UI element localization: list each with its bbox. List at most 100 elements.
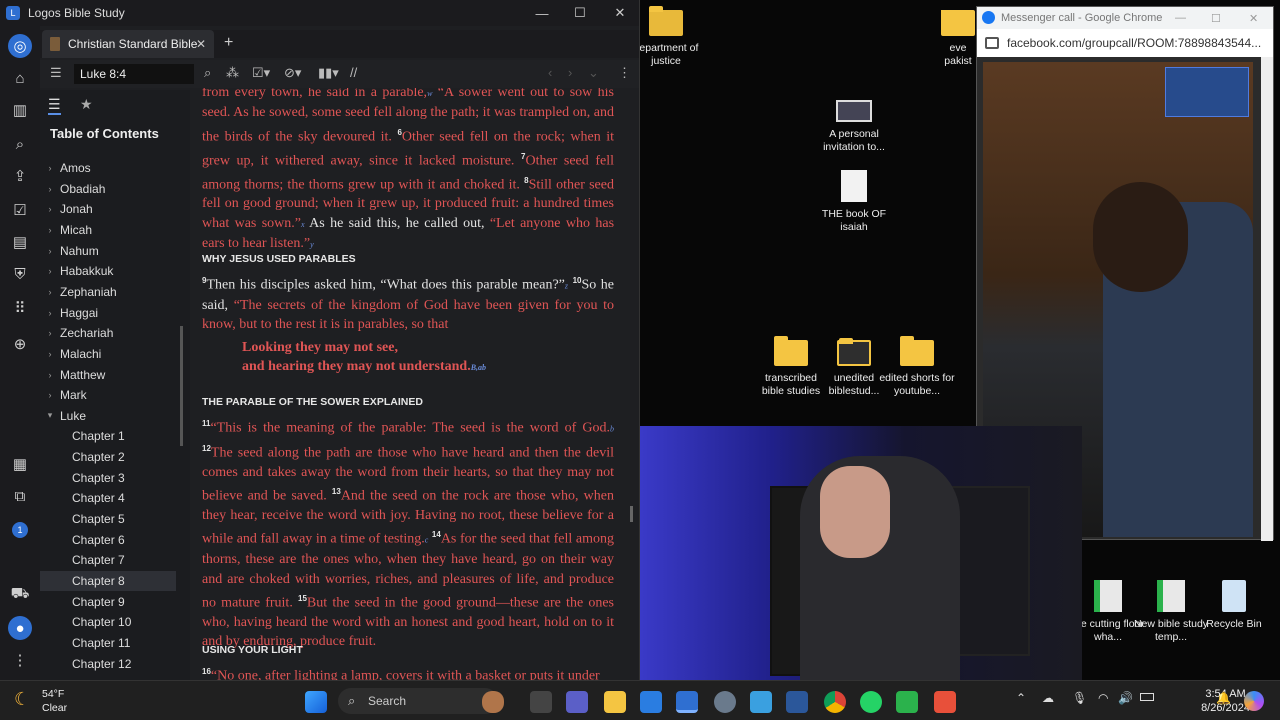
toc-item[interactable]: Chapter 9 bbox=[40, 592, 176, 612]
toc-item[interactable]: › Nahum bbox=[40, 241, 176, 261]
toc-item[interactable]: › Obadiah bbox=[40, 179, 176, 199]
reader-scrollbar[interactable] bbox=[630, 506, 633, 522]
highlight-icon[interactable]: ☑▾ bbox=[252, 65, 270, 81]
verse-number[interactable]: 13 bbox=[332, 487, 341, 496]
contents-tab-icon[interactable]: ☰ bbox=[48, 96, 61, 115]
toc-item[interactable]: › Zechariah bbox=[40, 323, 176, 343]
toc-item[interactable]: Chapter 3 bbox=[40, 468, 176, 488]
settings-icon[interactable] bbox=[714, 691, 736, 713]
toc-item[interactable]: Chapter 4 bbox=[40, 488, 176, 508]
desktop-icon-edited-shorts[interactable]: edited shorts for youtube... bbox=[879, 336, 955, 398]
verse-number[interactable]: 12 bbox=[202, 444, 211, 453]
toc-item[interactable]: › Habakkuk bbox=[40, 261, 176, 281]
wifi-icon[interactable]: ◠ bbox=[1098, 691, 1108, 705]
copilot-icon[interactable] bbox=[1244, 691, 1264, 711]
desktop-icon-partial[interactable]: eve pakist bbox=[940, 10, 976, 68]
upload-icon[interactable]: ⇪ bbox=[8, 164, 32, 188]
cart-icon[interactable]: ⛟ bbox=[8, 582, 32, 606]
panel-menu-icon[interactable]: ⋮ bbox=[618, 65, 631, 81]
camtasia-recorder-icon[interactable] bbox=[934, 691, 956, 713]
logos-window[interactable]: L Logos Bible Study — ☐ ✕ ◎ ⌂ ▥ ⌕ ⇪ ☑ ▤ … bbox=[0, 0, 640, 680]
verse-number[interactable]: 15 bbox=[298, 594, 307, 603]
file-explorer-icon[interactable] bbox=[604, 691, 626, 713]
toc-item[interactable]: Chapter 8 bbox=[40, 571, 176, 591]
weather-widget[interactable]: 54°F Clear bbox=[42, 687, 67, 715]
toc-item[interactable]: › Amos bbox=[40, 158, 176, 178]
chevron-right-icon[interactable]: › bbox=[40, 287, 60, 297]
battery-icon[interactable] bbox=[1140, 693, 1154, 701]
close-button[interactable]: ✕ bbox=[1249, 12, 1258, 25]
home-icon[interactable]: ⌂ bbox=[8, 66, 32, 90]
add-icon[interactable]: ⊕ bbox=[8, 332, 32, 356]
microphone-icon[interactable]: 🎙 bbox=[1072, 691, 1087, 705]
toc-item[interactable]: › Jonah bbox=[40, 199, 176, 219]
onedrive-icon[interactable]: ☁ bbox=[1042, 691, 1054, 705]
layouts-icon[interactable]: ⧉ bbox=[8, 484, 32, 508]
word-icon[interactable] bbox=[786, 691, 808, 713]
minimize-button[interactable]: — bbox=[1175, 12, 1186, 24]
chevron-right-icon[interactable]: › bbox=[40, 370, 60, 380]
cat-widget-icon[interactable] bbox=[482, 691, 504, 713]
more-icon[interactable]: ⋮ bbox=[8, 648, 32, 672]
new-tab-button[interactable]: + bbox=[224, 34, 233, 52]
search-icon[interactable]: ⌕ bbox=[204, 65, 211, 81]
chevron-right-icon[interactable]: › bbox=[40, 163, 60, 173]
sharing-icon[interactable]: ⁂ bbox=[226, 65, 239, 81]
chevron-right-icon[interactable]: › bbox=[40, 184, 60, 194]
toc-item[interactable]: Chapter 11 bbox=[40, 633, 176, 653]
history-icon[interactable]: ⌄ bbox=[588, 65, 599, 81]
desktop-icon-book-of-isaiah[interactable]: THE book OF isaiah bbox=[816, 170, 892, 234]
desktop-icon-recycle-bin[interactable]: Recycle Bin bbox=[1196, 580, 1272, 631]
toc-item[interactable]: ▾ Luke bbox=[40, 406, 176, 426]
toc-item[interactable]: Chapter 5 bbox=[40, 509, 176, 529]
chevron-right-icon[interactable]: › bbox=[40, 266, 60, 276]
chevron-down-icon[interactable]: ▾ bbox=[40, 410, 60, 421]
maximize-button[interactable]: ☐ bbox=[1211, 12, 1221, 25]
toc-item[interactable]: Chapter 7 bbox=[40, 550, 176, 570]
address-bar[interactable]: facebook.com/groupcall/ROOM:78898843544.… bbox=[977, 29, 1273, 57]
menu-icon[interactable]: ☰ bbox=[50, 65, 62, 81]
chevron-right-icon[interactable]: › bbox=[40, 225, 60, 235]
chevron-right-icon[interactable]: › bbox=[40, 308, 60, 318]
taskview-icon[interactable] bbox=[530, 691, 552, 713]
favorites-star-icon[interactable]: ★ bbox=[80, 96, 93, 113]
parallel-icon[interactable]: // bbox=[350, 65, 357, 80]
verse-number[interactable]: 14 bbox=[432, 530, 441, 539]
show-hidden-icons[interactable]: ⌃ bbox=[1016, 691, 1026, 705]
account-icon[interactable]: ● bbox=[8, 616, 32, 640]
notification-badge[interactable]: 1 bbox=[12, 522, 28, 538]
camtasia-icon[interactable] bbox=[896, 691, 918, 713]
teams-icon[interactable] bbox=[566, 691, 588, 713]
back-icon[interactable]: ‹ bbox=[548, 65, 552, 80]
chrome-scrollbar[interactable] bbox=[1261, 57, 1273, 541]
toc-item[interactable]: › Matthew bbox=[40, 365, 176, 385]
chevron-right-icon[interactable]: › bbox=[40, 328, 60, 338]
windows-start-icon[interactable] bbox=[305, 691, 327, 713]
search-icon[interactable]: ⌕ bbox=[8, 132, 32, 156]
chevron-right-icon[interactable]: › bbox=[40, 390, 60, 400]
columns-icon[interactable]: ▮▮▾ bbox=[318, 65, 339, 81]
verse-number[interactable]: 16 bbox=[202, 667, 211, 676]
whatsapp-icon[interactable] bbox=[860, 691, 882, 713]
chevron-right-icon[interactable]: › bbox=[40, 204, 60, 214]
volume-icon[interactable]: 🔊 bbox=[1118, 691, 1133, 705]
library-icon[interactable]: ▥ bbox=[8, 98, 32, 122]
toc-scrollbar[interactable] bbox=[180, 326, 183, 446]
toc-item[interactable]: Chapter 10 bbox=[40, 612, 176, 632]
notepad-icon[interactable] bbox=[750, 691, 772, 713]
toc-item[interactable]: Chapter 1 bbox=[40, 426, 176, 446]
toc-item[interactable]: Chapter 2 bbox=[40, 447, 176, 467]
toc-item[interactable]: › Micah bbox=[40, 220, 176, 240]
chevron-right-icon[interactable]: › bbox=[40, 246, 60, 256]
visual-filter-icon[interactable]: ⊘▾ bbox=[284, 65, 301, 81]
reference-box[interactable]: Luke 8:4 bbox=[74, 64, 194, 84]
toc-item[interactable]: Chapter 6 bbox=[40, 530, 176, 550]
toc-item[interactable]: Chapter 12 bbox=[40, 654, 176, 674]
logos-taskbar-icon[interactable] bbox=[676, 691, 698, 713]
chrome-icon[interactable] bbox=[824, 691, 846, 713]
close-tab-icon[interactable]: ✕ bbox=[196, 37, 206, 51]
logos-home-icon[interactable]: ◎ bbox=[8, 34, 32, 58]
apps-grid-icon[interactable]: ⠿ bbox=[8, 296, 32, 320]
shield-icon[interactable]: ⛨ bbox=[8, 262, 32, 286]
toc-item[interactable]: › Zephaniah bbox=[40, 282, 176, 302]
